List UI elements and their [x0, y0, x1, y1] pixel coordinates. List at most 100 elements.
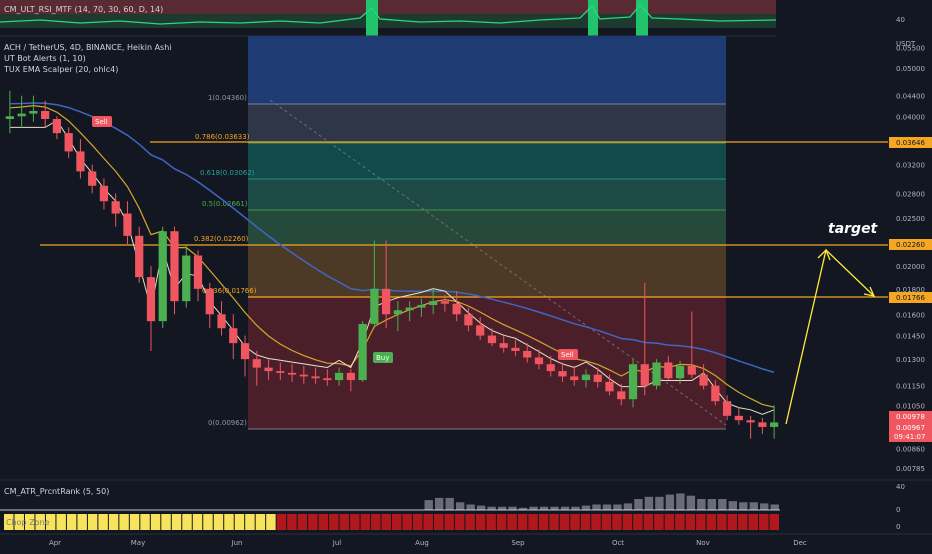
chop-bar-64 [675, 514, 685, 530]
atr-legend[interactable]: CM_ATR_PrcntRank (5, 50) [4, 487, 109, 496]
candle-body-20 [240, 343, 250, 360]
candle-body-37 [440, 301, 450, 304]
price-tick-label-12: 0.01450 [896, 333, 925, 341]
atr-bar-66 [697, 499, 706, 510]
chop-bar-18 [192, 514, 203, 530]
chop-bar-24 [255, 514, 266, 530]
atr-bar-59 [623, 503, 633, 510]
candle-body-63 [746, 420, 755, 423]
candle-body-35 [417, 305, 426, 308]
candle-body-49 [581, 374, 591, 381]
chop-bar-70 [738, 514, 748, 530]
candle-body-5 [64, 133, 73, 152]
chop-bar-50 [528, 514, 538, 530]
candle-body-51 [605, 381, 614, 392]
chop-bar-73 [769, 514, 779, 530]
level-3-tag-text: 0.01766 [896, 294, 925, 302]
candle-body-40 [476, 325, 485, 336]
ema-scalper-legend[interactable]: TUX EMA Scalper (20, ohlc4) [3, 65, 118, 74]
candle-body-58 [687, 365, 696, 375]
chop-bar-61 [643, 514, 654, 530]
chop-bar-58 [612, 514, 622, 530]
time-label-6: Oct [612, 539, 624, 547]
atr-bar-62 [655, 496, 664, 510]
chop-bar-14 [150, 514, 161, 530]
candle-body-34 [405, 307, 414, 311]
candle-body-24 [287, 372, 297, 375]
chop-bar-48 [507, 514, 517, 530]
time-label-3: Jul [332, 539, 342, 547]
price-tick-label-6: 0.02800 [896, 190, 925, 198]
atr-bar-54 [571, 506, 580, 510]
atr-bar-64 [676, 493, 685, 510]
chop-bar-20 [213, 514, 224, 530]
chop-bar-62 [654, 514, 664, 530]
target-label: target [828, 221, 879, 237]
atr-bar-72 [760, 503, 769, 510]
atr-bar-63 [665, 494, 675, 510]
candle-body-11 [135, 235, 144, 278]
chop-bar-37 [392, 514, 402, 530]
fib-label-0618: 0.618(0.03062) [200, 169, 255, 177]
chop-bar-72 [759, 514, 769, 530]
price-tick-label-15: 0.01050 [896, 402, 925, 410]
rsi-legend[interactable]: CM_ULT_RSI_MTF (14, 70, 30, 60, D, 14) [4, 5, 163, 14]
price-tick-label-9: 0.02000 [896, 263, 925, 271]
chop-bar-13 [140, 514, 150, 530]
chart-window: 1(0.04360) 0.786(0.03633) 0.618(0.03062)… [0, 0, 932, 550]
price-tick-label-2: 0.04400 [896, 93, 925, 101]
chop-bar-43 [454, 514, 465, 530]
candle-body-27 [323, 378, 332, 381]
ut-bot-legend[interactable]: UT Bot Alerts (1, 10) [4, 54, 86, 63]
buy-signal-text: Buy [376, 354, 389, 362]
chop-zone-label: Chop Zone [6, 518, 50, 527]
atr-bar-51 [539, 506, 549, 510]
candle-body-33 [393, 310, 402, 315]
level-2-tag-text: 0.02260 [896, 241, 925, 249]
rsi-axis-tick: 40 [896, 16, 905, 24]
candle-body-14 [170, 231, 179, 302]
chop-bar-41 [433, 514, 444, 530]
atr-bar-73 [770, 504, 779, 510]
chop-bar-66 [696, 514, 706, 530]
time-label-7: Nov [696, 539, 710, 547]
candle-body-13 [158, 231, 167, 322]
candle-body-12 [146, 277, 156, 322]
candle-body-65 [770, 422, 779, 427]
atr-bar-43 [455, 502, 465, 510]
atr-bar-58 [613, 504, 622, 510]
chop-bar-36 [381, 514, 391, 530]
atr-bar-68 [718, 499, 727, 510]
chop-bar-8 [87, 514, 98, 530]
chop-bar-23 [245, 514, 255, 530]
candle-body-15 [182, 255, 191, 302]
chop-bar-9 [98, 514, 108, 530]
price-tick-label-1: 0.05000 [896, 65, 925, 73]
chop-bar-49 [517, 514, 528, 530]
chop-bar-67 [706, 514, 717, 530]
candle-body-2 [29, 110, 38, 114]
chop-axis-tick: 0 [896, 523, 900, 531]
candle-body-28 [334, 372, 344, 381]
atr-bar-56 [592, 504, 601, 510]
chop-bar-16 [171, 514, 182, 530]
fib-zone-0 [248, 36, 726, 104]
candle-body-21 [252, 359, 261, 368]
sell-signal-1-text: Sell [95, 118, 108, 126]
candle-body-9 [111, 201, 120, 214]
fib-zone-3 [248, 179, 726, 210]
atr-bar-45 [476, 505, 486, 510]
chart-canvas[interactable]: 1(0.04360) 0.786(0.03633) 0.618(0.03062)… [0, 0, 932, 550]
candle-body-61 [722, 401, 732, 416]
chop-bar-12 [129, 514, 140, 530]
chop-bar-10 [108, 514, 119, 530]
chop-bar-45 [475, 514, 486, 530]
chop-bar-7 [77, 514, 87, 530]
symbol-legend[interactable]: ACH / TetherUS, 4D, BINANCE, Heikin Ashi [4, 43, 172, 52]
chop-bar-11 [119, 514, 129, 530]
chop-bar-71 [748, 514, 759, 530]
chop-bar-22 [234, 514, 245, 530]
atr-bar-42 [445, 497, 454, 510]
candle-body-62 [734, 415, 743, 421]
chop-bar-29 [308, 514, 318, 530]
